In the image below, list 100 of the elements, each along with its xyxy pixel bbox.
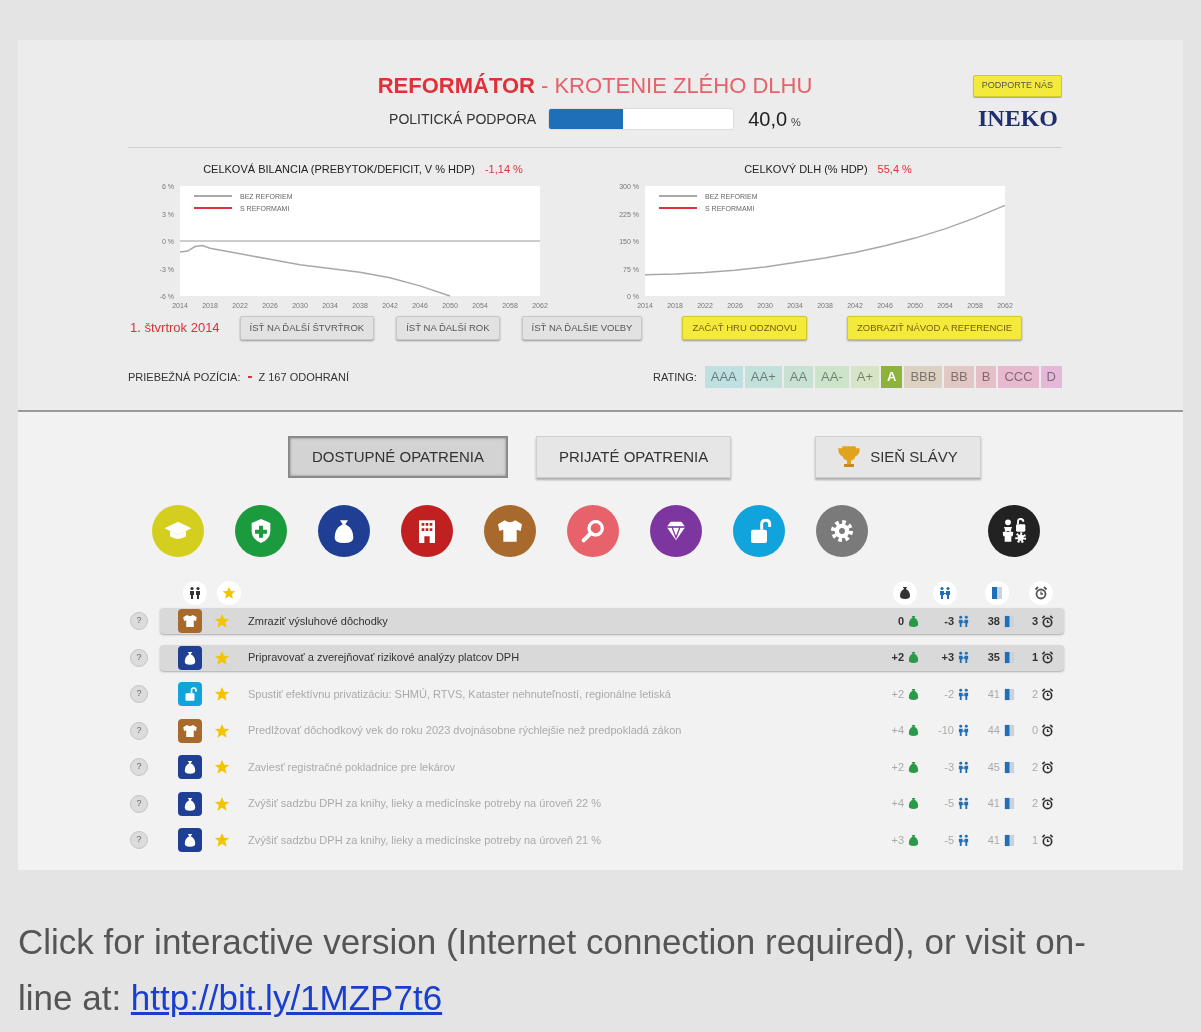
people-icon <box>957 651 970 664</box>
people-icon <box>957 687 970 701</box>
star-icon[interactable] <box>214 795 230 812</box>
money-impact: 0 <box>897 613 904 629</box>
trophy-icon <box>838 445 861 469</box>
rating-impact: 35 <box>987 650 1000 666</box>
star-icon[interactable] <box>214 686 230 702</box>
people-sort-icon[interactable] <box>183 581 207 605</box>
people-impact: -3 <box>944 759 954 775</box>
measure-title: Zvýšiť sadzbu DPH za knihy, lieky a medicínske potreby na úroveň 21 % <box>248 832 602 848</box>
clock-icon <box>1041 833 1054 847</box>
time-impact: 1 <box>1031 650 1038 666</box>
rating-badge: AA+ <box>744 366 782 388</box>
game-subtitle: - KROTENIE ZLÉHO DLHU <box>540 72 813 100</box>
interactive-version-link[interactable]: http://bit.ly/1MZP7t6 <box>130 978 443 1017</box>
measure-row-highlight[interactable]: Zmraziť výsluhové dôchodky 0 -3 38 3 <box>160 608 1064 634</box>
people-icon <box>957 724 970 737</box>
star-icon[interactable] <box>214 759 230 775</box>
money-bag-icon <box>907 651 920 664</box>
rating-badge: BB <box>944 366 974 388</box>
time-impact: 2 <box>1031 759 1038 775</box>
help-button[interactable]: ? <box>130 648 148 667</box>
position-label: PRIEBEŽNÁ POZÍCIA: <box>128 369 241 385</box>
star-icon[interactable] <box>214 613 230 629</box>
clock-icon <box>1041 724 1054 737</box>
rating-impact: 44 <box>987 723 1000 739</box>
help-button[interactable]: ? <box>130 758 148 776</box>
control-button[interactable]: ÍSŤ NA ĎALŠIE VOĽBY <box>521 316 643 340</box>
control-button[interactable]: ZAČAŤ HRU ODZNOVU <box>682 316 807 340</box>
support-label: POLITICKÁ PODPORA <box>389 109 537 129</box>
clock-icon <box>1041 797 1054 810</box>
clock-icon <box>1041 651 1054 664</box>
help-button[interactable]: ? <box>130 721 148 740</box>
star-icon[interactable] <box>214 832 230 848</box>
control-button[interactable]: ÍSŤ NA ĎALŠÍ ŠTVRŤROK <box>239 316 375 340</box>
people-impact: +3 <box>941 650 954 666</box>
support-unit: % <box>791 115 801 130</box>
measure-title: Predlžovať dôchodkový vek do roku 2023 dvojnásobne rýchlejšie než predpokladá zákon <box>248 723 682 739</box>
money-impact: +4 <box>891 723 904 739</box>
measure-title: Pripravovať a zverejňovať rizikové analýzy platcov DPH <box>248 650 520 666</box>
clock-icon <box>1041 614 1054 628</box>
footer-text: Click for interactive version (Internet connection required), or visit on-line at: http://bit.ly/1MZP7t6 <box>18 921 1087 1019</box>
star-sort-icon[interactable] <box>217 581 241 605</box>
people-icon <box>957 760 970 774</box>
control-button[interactable]: ZOBRAZIŤ NÁVOD A REFERENCIE <box>846 316 1023 340</box>
rating-impact: 38 <box>987 613 1000 629</box>
rating-badge: CCC <box>998 366 1039 388</box>
clock-sort-icon[interactable] <box>1029 581 1053 605</box>
control-button[interactable]: ÍSŤ NA ĎALŠÍ ROK <box>396 316 500 340</box>
rating-bar-icon <box>1003 687 1016 701</box>
rating-impact: 41 <box>987 832 1000 848</box>
rating-bar-icon <box>1003 724 1016 737</box>
measure-row-highlight[interactable]: Pripravovať a zverejňovať rizikové analýzy platcov DPH +2 +3 35 1 <box>160 644 1064 671</box>
logo: INEKO <box>978 105 1058 131</box>
help-button[interactable]: ? <box>130 685 148 703</box>
rating-badge: AA- <box>815 366 849 388</box>
people-impact: -5 <box>944 832 954 848</box>
game-title: REFORMÁTOR <box>377 72 535 100</box>
help-button[interactable]: ? <box>130 831 148 849</box>
star-icon[interactable] <box>214 722 230 739</box>
category-filter-button[interactable] <box>988 505 1040 557</box>
time-impact: 1 <box>1031 832 1038 848</box>
measure-title: Zaviesť registračné pokladnice pre lekárov <box>248 759 456 775</box>
rating-bar-icon <box>1003 760 1016 774</box>
money-bag-icon <box>907 760 920 774</box>
category-filter-button[interactable] <box>401 505 453 557</box>
category-filter-button[interactable] <box>318 505 370 557</box>
help-button[interactable]: ? <box>130 794 148 813</box>
rating-bar-icon <box>1003 833 1016 847</box>
rating-impact: 45 <box>987 759 1000 775</box>
rating-impact: 41 <box>987 796 1000 812</box>
rating-sort-icon[interactable] <box>985 581 1009 605</box>
people-impact: -10 <box>938 723 954 739</box>
rating-bar-icon <box>1003 614 1016 628</box>
people-icon <box>957 797 970 810</box>
time-impact: 2 <box>1031 686 1038 702</box>
people-impact: -2 <box>944 686 954 702</box>
rating-badge: AAA <box>704 366 743 388</box>
quarter-label: 1. štvrtrok 2014 <box>130 319 220 338</box>
clock-icon <box>1041 687 1054 701</box>
tab[interactable]: PRIJATÉ OPATRENIA <box>535 436 732 478</box>
money-bag-icon <box>907 797 920 810</box>
money-bag-icon <box>907 614 920 628</box>
money-impact: +2 <box>891 759 904 775</box>
support-us-button[interactable]: PODPORTE NÁS <box>972 75 1062 97</box>
position-value: Z 167 ODOHRANÍ <box>258 369 349 385</box>
rating-bar-icon <box>1003 651 1016 664</box>
help-button[interactable]: ? <box>130 612 148 630</box>
people-impact: -5 <box>944 796 954 812</box>
people-icon <box>957 833 970 847</box>
tab[interactable]: DOSTUPNÉ OPATRENIA <box>288 436 508 478</box>
chart-current-value: -1,14 % <box>484 162 523 176</box>
time-impact: 3 <box>1031 613 1038 629</box>
category-filter-button[interactable] <box>650 505 702 557</box>
money-bag-icon <box>907 687 920 701</box>
tab[interactable]: SIEŇ SLÁVY <box>815 436 981 478</box>
clock-icon <box>1041 760 1054 774</box>
money-bag-sort-icon[interactable] <box>893 581 917 605</box>
time-impact: 0 <box>1031 723 1038 739</box>
star-icon[interactable] <box>214 649 230 666</box>
